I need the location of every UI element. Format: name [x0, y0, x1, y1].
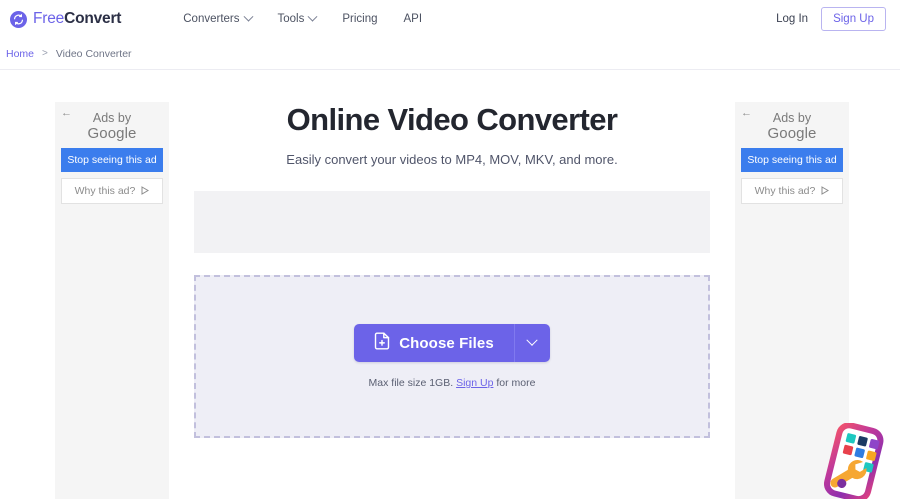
login-link[interactable]: Log In [776, 13, 808, 25]
ads-by-google-label: Ads by Google [735, 109, 849, 148]
ads-by-line1: Ads by [772, 111, 812, 125]
convert-circle-icon [10, 10, 27, 28]
page-title: Online Video Converter [286, 102, 618, 137]
max-file-size-prefix: Max file size 1GB. [368, 377, 454, 389]
chevron-down-icon [526, 334, 538, 346]
logo-text-convert: Convert [64, 10, 122, 27]
ad-rail-right: ← Ads by Google Stop seeing this ad Why … [735, 102, 849, 499]
logo-text-free: Free [33, 10, 65, 27]
ad-back-arrow-icon[interactable]: ← [61, 108, 72, 119]
play-triangle-icon [140, 186, 149, 196]
logo[interactable]: FreeConvert [10, 10, 121, 28]
nav-item-api[interactable]: API [404, 13, 423, 25]
ad-banner-placeholder [194, 191, 710, 253]
logo-text: FreeConvert [33, 10, 121, 28]
max-file-size-note: Max file size 1GB. Sign Up for more [369, 377, 536, 389]
page-subtitle: Easily convert your videos to MP4, MOV, … [286, 152, 618, 167]
nav-label-api: API [403, 13, 423, 25]
max-file-size-suffix: for more [496, 377, 536, 389]
breadcrumb-separator: > [42, 48, 48, 59]
why-this-ad-button[interactable]: Why this ad? [741, 177, 843, 204]
breadcrumb-home[interactable]: Home [6, 48, 34, 60]
ad-rail-left: ← Ads by Google Stop seeing this ad Why … [55, 102, 169, 499]
file-dropzone[interactable]: Choose Files Max file size 1GB. Sign Up … [194, 275, 710, 438]
main-content: Online Video Converter Easily convert yo… [194, 70, 710, 438]
why-this-ad-label: Why this ad? [74, 184, 136, 197]
signup-button[interactable]: Sign Up [821, 7, 886, 31]
header-actions: Log In Sign Up [776, 7, 886, 31]
nav-item-converters[interactable]: Converters [183, 11, 253, 25]
stop-seeing-ad-button[interactable]: Stop seeing this ad [61, 147, 163, 172]
ads-by-line2: Google [767, 124, 817, 142]
breadcrumb-current: Video Converter [55, 47, 132, 60]
stop-seeing-ad-button[interactable]: Stop seeing this ad [741, 147, 843, 172]
file-plus-icon [374, 332, 390, 354]
page-body: ← Ads by Google Stop seeing this ad Why … [0, 70, 900, 500]
breadcrumb: Home > Video Converter [0, 38, 900, 70]
choose-files-button[interactable]: Choose Files [354, 324, 514, 362]
nav-label-tools: Tools [277, 13, 305, 25]
choose-files-dropdown-button[interactable] [513, 324, 550, 362]
chevron-down-icon [307, 11, 318, 22]
site-header: FreeConvert Converters Tools Pricing API… [0, 0, 900, 38]
max-file-size-signup-link[interactable]: Sign Up [456, 377, 493, 389]
ads-by-line1: Ads by [92, 111, 132, 125]
why-this-ad-label: Why this ad? [754, 184, 816, 197]
nav-label-converters: Converters [183, 13, 240, 25]
nav-item-tools[interactable]: Tools [277, 11, 318, 25]
choose-files-group: Choose Files [354, 324, 550, 362]
ads-by-google-label: Ads by Google [55, 109, 169, 148]
chevron-down-icon [243, 11, 253, 22]
why-this-ad-button[interactable]: Why this ad? [61, 177, 163, 204]
ad-back-arrow-icon[interactable]: ← [741, 108, 752, 119]
ads-by-line2: Google [87, 124, 137, 142]
play-triangle-icon [820, 186, 829, 196]
choose-files-label: Choose Files [399, 334, 494, 352]
nav-item-pricing[interactable]: Pricing [342, 13, 377, 25]
primary-nav: Converters Tools Pricing API [183, 11, 423, 25]
nav-label-pricing: Pricing [342, 13, 378, 25]
